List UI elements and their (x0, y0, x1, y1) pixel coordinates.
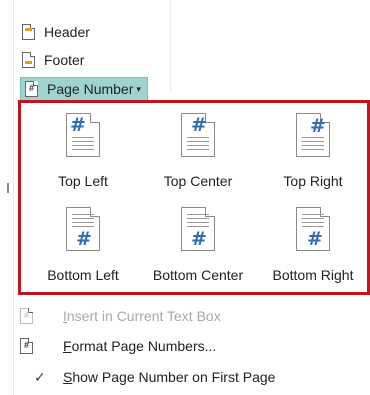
gallery-item-label: Top Center (163, 173, 233, 189)
gallery-item-bottom-right[interactable]: # Bottom Right (257, 207, 369, 297)
page-top-right-icon: # (296, 113, 330, 157)
format-page-numbers-label: Format Page Numbers... (63, 338, 217, 354)
ribbon-group-divider (170, 0, 171, 92)
show-page-number-first-page-label: Show Page Number on First Page (63, 369, 276, 385)
page-number-button-label: Page Number (47, 81, 134, 97)
gallery-item-label: Top Right (283, 173, 343, 189)
page-number-gallery: # Top Left # Top Center # Top Right # Bo… (18, 100, 370, 295)
insert-in-current-text-box-label: Insert in Current Text Box (63, 308, 221, 324)
footer-button[interactable]: Footer (22, 49, 84, 71)
chevron-down-icon: ▾ (136, 83, 141, 94)
page-bottom-left-icon: # (66, 207, 100, 251)
gallery-item-label: Top Left (58, 173, 108, 189)
gallery-item-top-center[interactable]: # Top Center (142, 113, 254, 203)
page-top-left-icon: # (66, 113, 100, 157)
footer-icon (22, 52, 36, 68)
gallery-item-label: Bottom Right (272, 267, 354, 283)
gallery-item-bottom-center[interactable]: # Bottom Center (142, 207, 254, 297)
header-icon (22, 24, 36, 40)
gallery-item-top-right[interactable]: # Top Right (257, 113, 369, 203)
page-bottom-right-icon: # (296, 207, 330, 251)
ribbon-tick-mark (7, 183, 9, 193)
page-number-button[interactable]: # Page Number ▾ (20, 77, 148, 101)
header-button-label: Header (44, 24, 90, 40)
show-page-number-first-page-item[interactable]: ✓ Show Page Number on First Page (0, 364, 370, 390)
insert-in-current-text-box-item[interactable]: # Insert in Current Text Box (0, 303, 370, 329)
checkmark-icon: ✓ (34, 368, 46, 385)
format-page-numbers-item[interactable]: # Format Page Numbers... (0, 333, 370, 359)
page-bottom-center-icon: # (181, 207, 215, 251)
footer-button-label: Footer (44, 52, 85, 68)
gallery-item-label: Bottom Center (152, 267, 244, 283)
gallery-item-top-left[interactable]: # Top Left (27, 113, 139, 203)
header-button[interactable]: Header (22, 21, 90, 43)
page-top-center-icon: # (181, 113, 215, 157)
gallery-item-bottom-left[interactable]: # Bottom Left (27, 207, 139, 297)
format-page-numbers-icon: # (20, 338, 34, 354)
gallery-item-label: Bottom Left (47, 267, 119, 283)
page-number-icon: # (25, 81, 39, 97)
page-hash-icon: # (20, 308, 34, 324)
